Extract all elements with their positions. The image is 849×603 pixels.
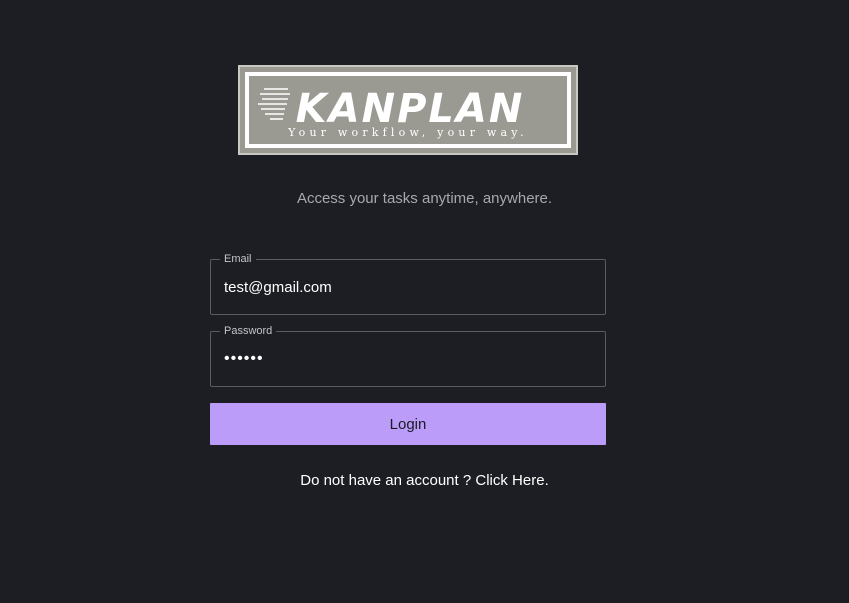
signup-text: Do not have an account ? xyxy=(300,472,472,489)
logo-graphic: KANPLAN Your workflow, your way. xyxy=(258,86,528,139)
signup-prompt: Do not have an account ? Click Here. xyxy=(0,472,849,489)
login-button[interactable]: Login xyxy=(210,403,606,445)
kanplan-logo: KANPLAN Your workflow, your way. xyxy=(238,65,578,155)
signup-link[interactable]: Click Here. xyxy=(475,472,548,489)
tagline: Access your tasks anytime, anywhere. xyxy=(296,190,553,207)
email-field: Email xyxy=(210,252,606,315)
password-input[interactable] xyxy=(224,332,594,386)
logo-slogan: Your workflow, your way. xyxy=(287,126,528,139)
login-page: KANPLAN Your workflow, your way. Access … xyxy=(0,0,849,603)
password-field: Password xyxy=(210,324,606,387)
email-input[interactable] xyxy=(224,260,594,314)
